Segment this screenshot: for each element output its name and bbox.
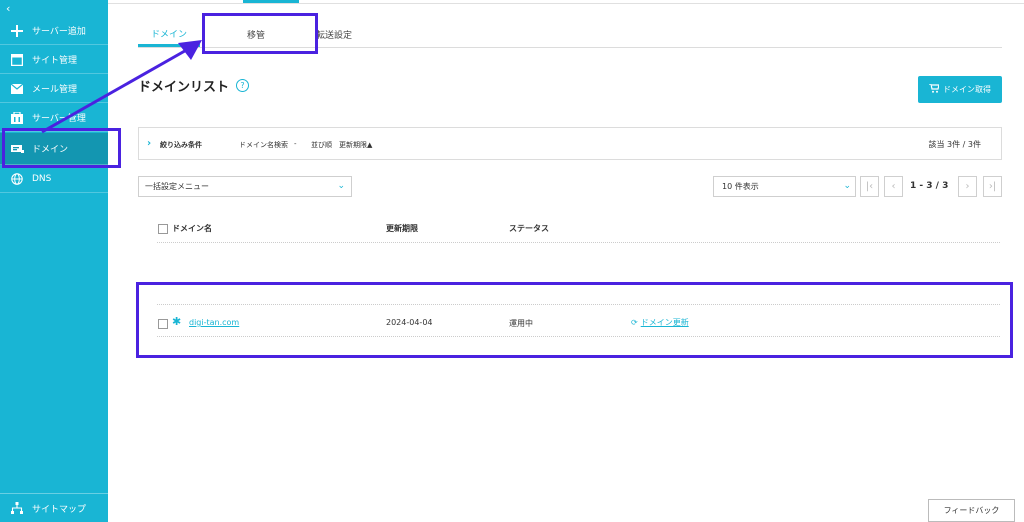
sidebar-item-label: メール管理 — [32, 85, 78, 95]
filter-search-value: - — [294, 140, 297, 148]
cart-icon — [929, 83, 940, 95]
filter-search-label: ドメイン名検索 — [239, 141, 288, 149]
annotation-box-transfer-tab — [202, 13, 318, 54]
chevron-down-icon: ⌄ — [337, 181, 345, 191]
tab-domain[interactable]: ドメイン — [138, 22, 200, 47]
filter-sort-value: 更新期限▲ — [339, 141, 373, 149]
next-page-button[interactable]: › — [958, 176, 977, 197]
sitemap-link[interactable]: サイトマップ — [0, 493, 108, 522]
help-icon[interactable]: ? — [236, 79, 249, 92]
sidebar-item-label: DNS — [32, 173, 52, 184]
get-domain-button[interactable]: ドメイン取得 — [918, 76, 1002, 103]
top-accent-bar — [243, 0, 299, 3]
sidebar-item-mail-management[interactable]: メール管理 — [0, 75, 108, 103]
annotation-box-domain-menu — [2, 128, 121, 168]
chevron-right-icon[interactable]: › — [147, 138, 151, 149]
plus-icon — [10, 24, 24, 38]
sidebar: ‹ サーバー追加 サイト管理 メール管理 サーバー管理 ドメイン DNS サイト… — [0, 0, 108, 522]
chevron-down-icon: ⌄ — [843, 181, 851, 191]
bulk-settings-select[interactable]: 一括設定メニュー ⌄ — [138, 176, 352, 197]
divider — [157, 242, 1000, 243]
sidebar-item-site-management[interactable]: サイト管理 — [0, 46, 108, 74]
result-count: 該当 3件 / 3件 — [928, 140, 981, 149]
globe-icon — [10, 172, 24, 186]
per-page-value: 10 件表示 — [722, 182, 759, 191]
bulk-settings-value: 一括設定メニュー — [145, 182, 209, 191]
server-icon — [10, 111, 24, 125]
sidebar-item-label: サーバー管理 — [32, 114, 86, 124]
sidebar-item-dns[interactable]: DNS — [0, 165, 108, 193]
sidebar-item-add-server[interactable]: サーバー追加 — [0, 17, 108, 45]
sidebar-item-label: サイト管理 — [32, 56, 78, 66]
sidebar-collapse-button[interactable]: ‹ — [6, 3, 10, 15]
window-icon — [10, 53, 24, 67]
filter-toggle[interactable]: 絞り込み条件 — [160, 140, 202, 150]
column-header-expiry[interactable]: 更新期限 — [386, 223, 418, 234]
prev-page-button[interactable]: ‹ — [884, 176, 903, 197]
sidebar-item-label: サーバー追加 — [32, 27, 86, 37]
annotation-box-domain-row — [136, 282, 1013, 358]
sitemap-icon — [10, 501, 24, 515]
get-domain-label: ドメイン取得 — [943, 85, 991, 94]
top-divider — [108, 3, 1024, 4]
feedback-button[interactable]: フィードバック — [928, 499, 1015, 522]
filter-panel: › 絞り込み条件 ドメイン名検索 - 並び順 更新期限▲ 該当 3件 / 3件 — [138, 127, 1002, 160]
column-header-status[interactable]: ステータス — [509, 223, 549, 234]
mail-icon — [10, 82, 24, 96]
column-header-domain[interactable]: ドメイン名 — [172, 223, 212, 234]
page-title: ドメインリスト — [138, 80, 230, 95]
per-page-select[interactable]: 10 件表示 ⌄ — [713, 176, 856, 197]
page-range: 1 - 3 / 3 — [910, 181, 949, 191]
select-all-checkbox[interactable] — [158, 224, 168, 234]
first-page-button[interactable]: |‹ — [860, 176, 879, 197]
filter-sort-label: 並び順 — [311, 141, 332, 149]
sitemap-label: サイトマップ — [32, 504, 87, 515]
last-page-button[interactable]: ›| — [983, 176, 1002, 197]
